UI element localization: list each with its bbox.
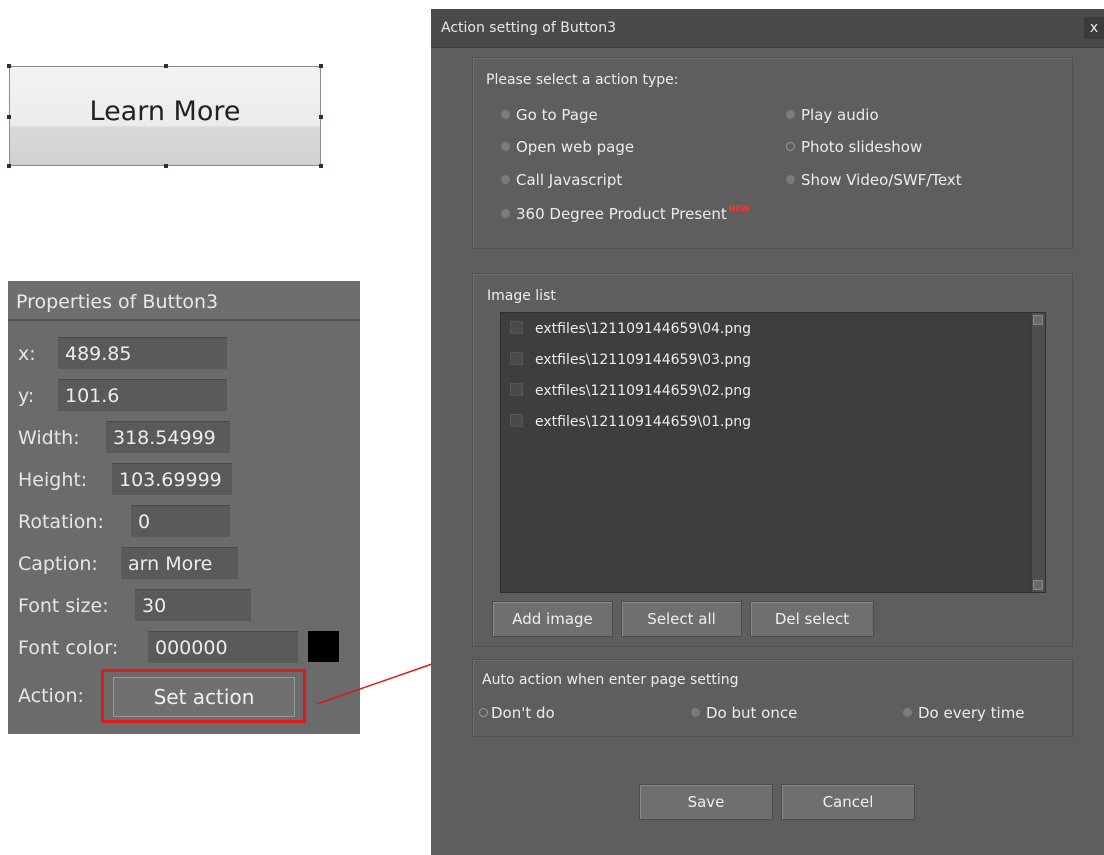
del-select-button[interactable]: Del select xyxy=(750,601,874,637)
radio-label: Show Video/SWF/Text xyxy=(801,171,962,189)
height-input[interactable]: 103.69999 xyxy=(112,463,232,495)
list-item-label: extfiles\121109144659\03.png xyxy=(535,352,751,368)
radio-label: 360 Degree Product Present xyxy=(516,205,727,223)
image-list-box[interactable]: extfiles\121109144659\04.png extfiles\12… xyxy=(500,312,1046,593)
radio-dot-selected-icon xyxy=(786,142,795,151)
properties-panel-title: Properties of Button3 xyxy=(8,281,360,321)
radio-label: Don't do xyxy=(491,704,555,722)
property-font-color-label: Font color: xyxy=(18,637,119,659)
close-button[interactable]: x xyxy=(1084,17,1104,39)
resize-handle-top-left[interactable] xyxy=(7,64,11,68)
radio-dot-selected-icon xyxy=(479,708,488,717)
auto-action-heading: Auto action when enter page setting xyxy=(482,672,739,688)
list-item[interactable]: extfiles\121109144659\02.png xyxy=(510,383,751,405)
add-image-button[interactable]: Add image xyxy=(492,601,613,637)
property-caption-label: Caption: xyxy=(18,553,98,575)
property-y-label: y: xyxy=(18,385,35,407)
width-input[interactable]: 318.54999 xyxy=(106,421,230,453)
resize-handle-bottom-right[interactable] xyxy=(319,164,323,168)
save-button[interactable]: Save xyxy=(639,784,773,820)
scroll-down-arrow-icon[interactable] xyxy=(1033,580,1043,590)
font-size-input[interactable]: 30 xyxy=(135,589,251,621)
radio-label: Do but once xyxy=(706,704,798,722)
properties-panel: Properties of Button3 x: 489.85 y: 101.6… xyxy=(8,281,360,734)
font-color-swatch[interactable] xyxy=(308,631,339,662)
radio-360-product-present[interactable]: 360 Degree Product Present NEW xyxy=(501,204,750,223)
property-action-label: Action: xyxy=(18,685,84,707)
radio-show-video-swf-text[interactable]: Show Video/SWF/Text xyxy=(786,171,962,189)
property-font-size-label: Font size: xyxy=(18,595,109,617)
radio-label: Call Javascript xyxy=(516,171,623,189)
radio-label: Go to Page xyxy=(516,106,598,124)
radio-call-javascript[interactable]: Call Javascript xyxy=(501,171,622,189)
resize-handle-top-right[interactable] xyxy=(319,64,323,68)
list-item-checkbox[interactable] xyxy=(510,352,523,365)
radio-label: Open web page xyxy=(516,138,635,156)
radio-play-audio[interactable]: Play audio xyxy=(786,106,879,124)
list-item[interactable]: extfiles\121109144659\03.png xyxy=(510,352,751,374)
rotation-input[interactable]: 0 xyxy=(131,505,230,537)
radio-label: Play audio xyxy=(801,106,879,124)
resize-handle-middle-right[interactable] xyxy=(319,115,323,119)
radio-do-every-time[interactable]: Do every time xyxy=(903,704,1025,722)
radio-dot-icon xyxy=(501,175,510,184)
resize-handle-bottom-center[interactable] xyxy=(164,164,168,168)
radio-dot-icon xyxy=(903,708,912,717)
property-rotation-label: Rotation: xyxy=(18,511,104,533)
auto-action-group: Auto action when enter page setting Don'… xyxy=(472,659,1073,737)
new-badge: NEW xyxy=(728,204,750,213)
preview-button-caption: Learn More xyxy=(89,95,241,127)
list-item-label: extfiles\121109144659\01.png xyxy=(535,414,751,430)
list-item-checkbox[interactable] xyxy=(510,414,523,427)
y-input[interactable]: 101.6 xyxy=(58,379,227,411)
preview-button[interactable]: Learn More xyxy=(7,64,323,168)
resize-handle-bottom-left[interactable] xyxy=(7,164,11,168)
list-item[interactable]: extfiles\121109144659\04.png xyxy=(510,321,751,343)
action-type-heading: Please select a action type: xyxy=(486,72,679,88)
x-input[interactable]: 489.85 xyxy=(58,337,227,369)
property-x-label: x: xyxy=(18,343,36,365)
cancel-button[interactable]: Cancel xyxy=(781,784,915,820)
radio-dot-icon xyxy=(501,142,510,151)
radio-dot-icon xyxy=(501,110,510,119)
radio-do-but-once[interactable]: Do but once xyxy=(691,704,797,722)
radio-open-web-page[interactable]: Open web page xyxy=(501,138,634,156)
property-height-label: Height: xyxy=(18,469,88,491)
list-item[interactable]: extfiles\121109144659\01.png xyxy=(510,414,751,436)
scroll-up-arrow-icon[interactable] xyxy=(1033,315,1043,325)
list-item-checkbox[interactable] xyxy=(510,383,523,396)
dialog-title: Action setting of Button3 xyxy=(441,20,617,36)
font-color-input[interactable]: 000000 xyxy=(148,631,298,663)
caption-input[interactable]: arn More xyxy=(121,547,238,579)
list-item-checkbox[interactable] xyxy=(510,321,523,334)
radio-dot-icon xyxy=(786,110,795,119)
radio-label: Do every time xyxy=(918,704,1025,722)
resize-handle-top-center[interactable] xyxy=(164,64,168,68)
list-item-label: extfiles\121109144659\02.png xyxy=(535,383,751,399)
action-setting-dialog: Action setting of Button3 x Please selec… xyxy=(431,9,1104,855)
image-list-heading: Image list xyxy=(487,288,556,304)
radio-dot-icon xyxy=(691,708,700,717)
radio-dont-do[interactable]: Don't do xyxy=(479,704,555,722)
radio-dot-icon xyxy=(501,209,510,218)
radio-go-to-page[interactable]: Go to Page xyxy=(501,106,598,124)
resize-handle-middle-left[interactable] xyxy=(7,115,11,119)
action-type-group: Please select a action type: Go to Page … xyxy=(472,57,1073,249)
radio-label: Photo slideshow xyxy=(801,138,923,156)
select-all-button[interactable]: Select all xyxy=(621,601,742,637)
image-list-scrollbar[interactable] xyxy=(1031,313,1045,592)
list-item-label: extfiles\121109144659\04.png xyxy=(535,321,751,337)
dialog-titlebar[interactable]: Action setting of Button3 x xyxy=(431,9,1104,48)
radio-dot-icon xyxy=(786,175,795,184)
set-action-highlight xyxy=(101,669,306,723)
property-width-label: Width: xyxy=(18,427,80,449)
radio-photo-slideshow[interactable]: Photo slideshow xyxy=(786,138,922,156)
